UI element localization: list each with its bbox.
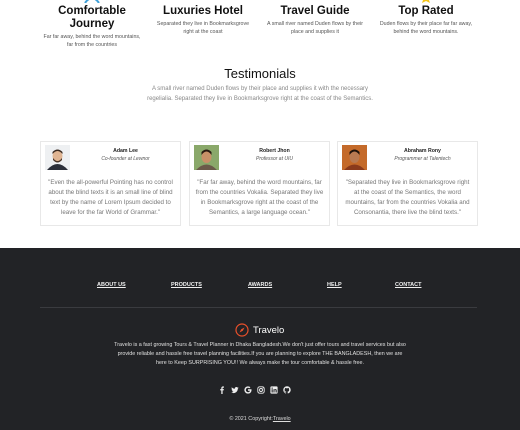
journey-icon bbox=[84, 0, 100, 3]
testimonial-role: Co-founder at Lewnor bbox=[101, 156, 150, 162]
feature-title: Luxuries Hotel bbox=[163, 5, 243, 17]
github-icon[interactable] bbox=[283, 386, 291, 394]
testimonial-name: Robert Jhon bbox=[259, 148, 290, 154]
footer-brand: Travelo bbox=[235, 323, 284, 337]
copyright-text: © 2021 Copyright: bbox=[229, 416, 273, 422]
hotel-icon bbox=[192, 0, 214, 3]
avatar bbox=[45, 145, 70, 170]
footer-description: Travelo is a fast growing Tours & Travel… bbox=[114, 342, 406, 366]
footer: ABOUT US PRODUCTS AWARDS HELP CONTACT Tr… bbox=[0, 248, 520, 430]
google-icon[interactable] bbox=[244, 386, 252, 394]
testimonial-role: Professor at UIU bbox=[256, 156, 293, 162]
footer-link-contact[interactable]: CONTACT bbox=[395, 282, 421, 288]
compass-logo-icon bbox=[235, 323, 249, 337]
copyright-link[interactable]: Travelo bbox=[273, 416, 291, 422]
feature-top-rated: Top Rated Duden flows by their place far… bbox=[371, 0, 481, 36]
feature-title: Top Rated bbox=[398, 5, 454, 17]
feature-desc: A small river named Duden flows by their… bbox=[267, 21, 363, 35]
copyright: © 2021 Copyright:Travelo bbox=[0, 416, 520, 422]
features-section: Comfortable Journey Far far away, behind… bbox=[0, 0, 520, 48]
footer-link-products[interactable]: PRODUCTS bbox=[171, 282, 202, 288]
avatar bbox=[194, 145, 219, 170]
brand-name: Travelo bbox=[253, 324, 285, 336]
feature-luxuries-hotel: Luxuries Hotel Separated they live in Bo… bbox=[148, 0, 258, 36]
testimonial-role: Programmer at Talentech bbox=[394, 156, 451, 162]
feature-desc: Duden flows by their place far far away,… bbox=[379, 21, 473, 35]
feature-desc: Separated they live in Bookmarksgrove rig… bbox=[156, 21, 250, 35]
footer-divider bbox=[40, 307, 477, 308]
footer-link-help[interactable]: HELP bbox=[327, 282, 342, 288]
feature-travel-guide: Travel Guide A small river named Duden f… bbox=[260, 0, 370, 36]
footer-nav: ABOUT US PRODUCTS AWARDS HELP CONTACT bbox=[0, 282, 520, 292]
linkedin-icon[interactable] bbox=[270, 386, 278, 394]
testimonial-quote: "Separated they live in Bookmarksgrove r… bbox=[345, 179, 470, 216]
social-links bbox=[218, 386, 296, 394]
feature-title: Travel Guide bbox=[280, 5, 350, 17]
footer-link-awards[interactable]: AWARDS bbox=[248, 282, 272, 288]
testimonial-name: Adam Lee bbox=[113, 148, 138, 154]
feature-comfortable-journey: Comfortable Journey Far far away, behind… bbox=[37, 0, 147, 49]
facebook-icon[interactable] bbox=[218, 386, 226, 394]
testimonial-quote: "Even the all-powerful Pointing has no c… bbox=[48, 179, 173, 216]
testimonial-name: Abraham Rony bbox=[404, 148, 441, 154]
instagram-icon[interactable] bbox=[257, 386, 265, 394]
avatar bbox=[342, 145, 367, 170]
testimonial-card: Adam Lee Co-founder at Lewnor "Even the … bbox=[40, 141, 181, 226]
testimonial-card: Abraham Rony Programmer at Talentech "Se… bbox=[337, 141, 478, 226]
star-icon bbox=[422, 0, 430, 3]
testimonial-card: Robert Jhon Professor at UIU "Far far aw… bbox=[189, 141, 330, 226]
testimonials-subtitle: A small river named Duden flows by their… bbox=[147, 86, 373, 102]
feature-title: Comfortable Journey bbox=[58, 5, 126, 30]
feature-desc: Far far away, behind the word mountains,… bbox=[43, 34, 141, 48]
footer-link-about-us[interactable]: ABOUT US bbox=[97, 282, 126, 288]
testimonials-title: Testimonials bbox=[224, 66, 296, 81]
twitter-icon[interactable] bbox=[231, 386, 239, 394]
guide-icon bbox=[304, 0, 326, 3]
testimonial-quote: "Far far away, behind the word mountains… bbox=[195, 179, 324, 216]
